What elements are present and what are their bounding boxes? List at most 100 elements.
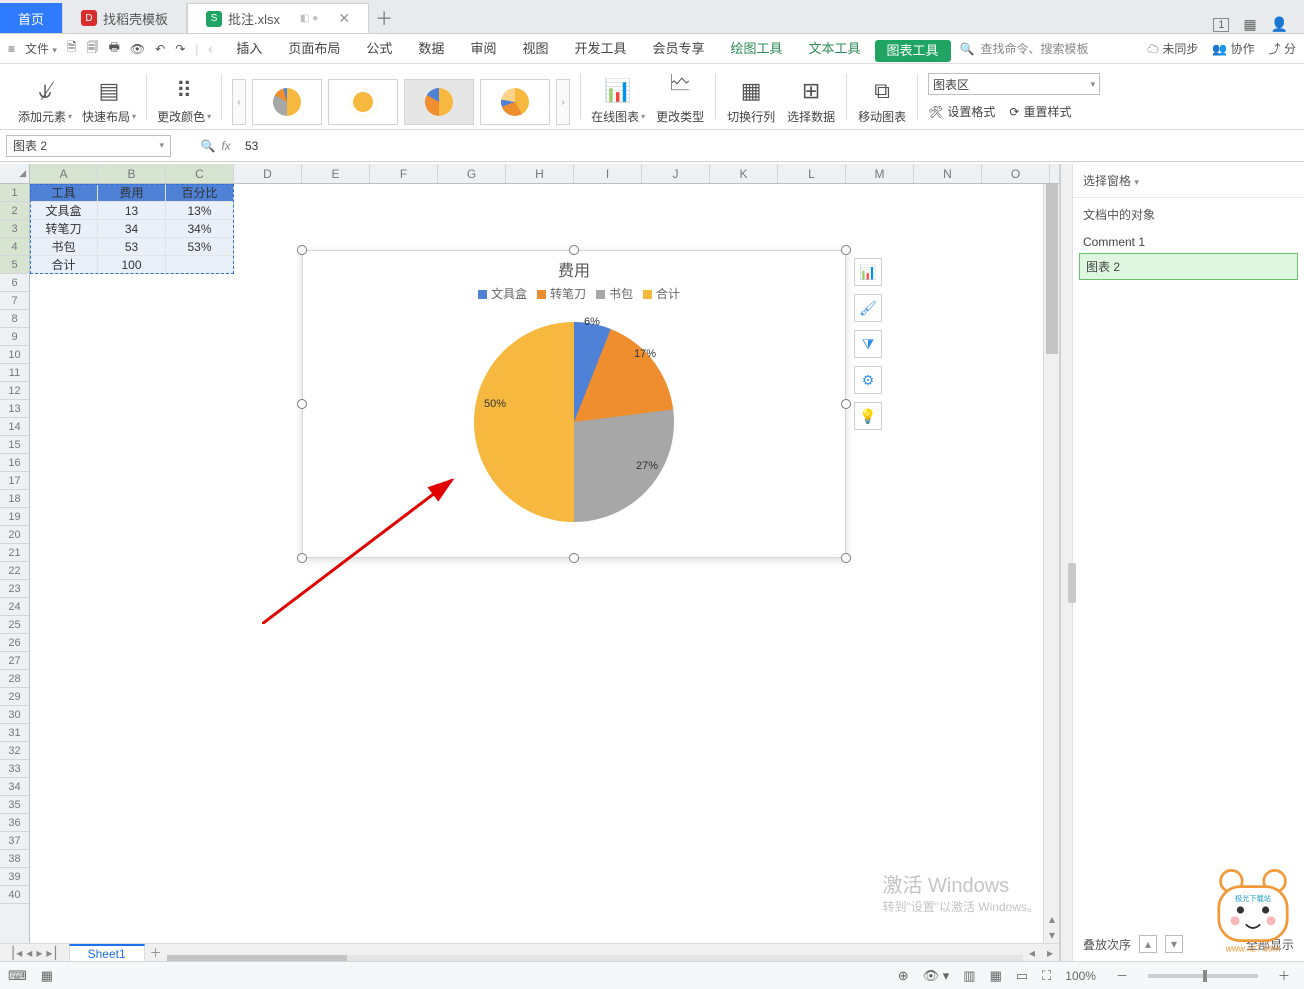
zoom-in-button[interactable]: ＋	[1272, 967, 1296, 984]
vscroll-down-icon[interactable]: ▾	[1044, 927, 1060, 943]
window-list-icon[interactable]: 1	[1213, 18, 1229, 32]
row-header-35[interactable]: 35	[0, 796, 29, 814]
qa-prev-icon[interactable]: ‹	[208, 42, 212, 56]
chart-object[interactable]: 费用 文具盒转笔刀书包合计 6% 17% 27% 50%	[302, 250, 846, 558]
selection-item-1[interactable]: Comment 1	[1073, 231, 1304, 253]
chart-settings-icon[interactable]: ⚙	[854, 366, 882, 394]
col-header-O[interactable]: O	[982, 164, 1050, 183]
row-header-15[interactable]: 15	[0, 436, 29, 454]
switch-row-col-button[interactable]: ▦ 切换行列	[726, 78, 776, 125]
chart-filter-icon[interactable]: ⧩	[854, 330, 882, 358]
row-header-1[interactable]: 1	[0, 184, 29, 202]
view-reading-icon[interactable]: ▭	[1016, 968, 1028, 984]
row-header-6[interactable]: 6	[0, 274, 29, 292]
chart-title[interactable]: 费用	[303, 257, 845, 281]
coop-button[interactable]: 👥 协作	[1212, 40, 1254, 57]
resize-handle-tr[interactable]	[841, 245, 851, 255]
legend-item[interactable]: 书包	[586, 287, 633, 301]
qa-print-icon[interactable]: 🖶	[109, 38, 120, 59]
pane-resize-rail[interactable]	[1060, 164, 1072, 961]
row-header-25[interactable]: 25	[0, 616, 29, 634]
col-header-N[interactable]: N	[914, 164, 982, 183]
cell-A3[interactable]: 转笔刀	[30, 220, 98, 238]
spreadsheet[interactable]: ◢ ABCDEFGHIJKLMNO 1234567891011121314151…	[0, 164, 1060, 961]
row-header-9[interactable]: 9	[0, 328, 29, 346]
zoom-value[interactable]: 100%	[1065, 969, 1096, 983]
set-format-button[interactable]: 🛠设置格式	[928, 103, 995, 120]
row-header-19[interactable]: 19	[0, 508, 29, 526]
view-normal-icon[interactable]: ▥	[963, 968, 975, 984]
fx-icon[interactable]: fx	[217, 139, 235, 153]
menu-formula[interactable]: 公式	[354, 34, 404, 64]
cell-C2[interactable]: 13%	[166, 202, 234, 220]
row-header-37[interactable]: 37	[0, 832, 29, 850]
col-header-C[interactable]: C	[166, 164, 234, 183]
style-thumb-3[interactable]	[404, 79, 474, 125]
change-type-button[interactable]: 🗠 更改类型	[655, 66, 705, 125]
row-header-27[interactable]: 27	[0, 652, 29, 670]
cell-A2[interactable]: 文具盒	[30, 202, 98, 220]
row-header-12[interactable]: 12	[0, 382, 29, 400]
row-header-29[interactable]: 29	[0, 688, 29, 706]
row-header-22[interactable]: 22	[0, 562, 29, 580]
selection-item-2[interactable]: 图表 2	[1079, 253, 1298, 280]
menu-view[interactable]: 视图	[510, 34, 560, 64]
cell-B1[interactable]: 费用	[98, 184, 166, 202]
col-header-G[interactable]: G	[438, 164, 506, 183]
cell-C1[interactable]: 百分比	[166, 184, 234, 202]
col-header-H[interactable]: H	[506, 164, 574, 183]
selection-pane-title[interactable]: 选择窗格 ▾	[1073, 164, 1304, 198]
cell-B4[interactable]: 53	[98, 238, 166, 256]
row-header-31[interactable]: 31	[0, 724, 29, 742]
resize-handle-br[interactable]	[841, 553, 851, 563]
legend-item[interactable]: 合计	[633, 287, 680, 301]
reset-style-button[interactable]: ⟳重置样式	[1009, 103, 1071, 120]
change-color-button[interactable]: ⠿ 更改颜色▾	[157, 78, 211, 125]
cell-A5[interactable]: 合计	[30, 256, 98, 274]
tab-close-icon[interactable]: ✕	[338, 10, 350, 27]
qa-redo-icon[interactable]: ↷	[175, 42, 185, 56]
cell-C3[interactable]: 34%	[166, 220, 234, 238]
row-header-32[interactable]: 32	[0, 742, 29, 760]
resize-handle-r[interactable]	[841, 399, 851, 409]
vertical-scrollbar[interactable]: ▴ ▾	[1043, 184, 1059, 943]
select-data-button[interactable]: ⊞ 选择数据	[786, 78, 836, 125]
style-thumb-1[interactable]	[252, 79, 322, 125]
sheet-prev-icon[interactable]: ◂	[26, 946, 32, 960]
col-header-E[interactable]: E	[302, 164, 370, 183]
view-pagebreak-icon[interactable]: ▦	[990, 968, 1002, 984]
add-element-button[interactable]: ⫝̸ 添加元素▾	[18, 78, 72, 125]
menu-insert[interactable]: 插入	[224, 34, 274, 64]
menu-page-layout[interactable]: 页面布局	[276, 34, 352, 64]
apps-icon[interactable]: ▦	[1243, 16, 1256, 33]
command-search[interactable]: 🔍 查找命令、搜索模板	[953, 37, 1096, 60]
sheet-nav[interactable]: ⎮◂ ◂ ▸ ▸⎮	[0, 946, 69, 960]
sheet-next-icon[interactable]: ▸	[36, 946, 42, 960]
row-header-33[interactable]: 33	[0, 760, 29, 778]
row-header-17[interactable]: 17	[0, 472, 29, 490]
row-header-4[interactable]: 4	[0, 238, 29, 256]
menu-vip[interactable]: 会员专享	[640, 34, 716, 64]
hscroll-left-icon[interactable]: ◂	[1023, 946, 1041, 960]
status-focus-icon[interactable]: ⊕	[898, 968, 909, 984]
col-header-I[interactable]: I	[574, 164, 642, 183]
send-backward-icon[interactable]: ▾	[1165, 935, 1183, 953]
tab-docai[interactable]: D 找稻壳模板	[63, 3, 187, 33]
cell-C5[interactable]	[166, 256, 234, 274]
chart-elements-icon[interactable]: 📊	[854, 258, 882, 286]
gallery-next-icon[interactable]: ›	[556, 79, 570, 125]
tab-dup-icon[interactable]: ◧ ●	[300, 13, 318, 24]
row-header-18[interactable]: 18	[0, 490, 29, 508]
tab-file[interactable]: S 批注.xlsx ◧ ● ✕	[187, 3, 369, 33]
cell-C4[interactable]: 53%	[166, 238, 234, 256]
qa-preview-icon[interactable]: 👁	[130, 42, 145, 56]
status-eye-icon[interactable]: 👁 ▾	[923, 968, 950, 984]
row-header-10[interactable]: 10	[0, 346, 29, 364]
col-header-B[interactable]: B	[98, 164, 166, 183]
resize-handle-t[interactable]	[569, 245, 579, 255]
menu-chart-tools[interactable]: 图表工具	[875, 40, 951, 62]
col-header-L[interactable]: L	[778, 164, 846, 183]
sync-status[interactable]: ☁ 未同步	[1147, 40, 1198, 57]
menu-draw-tools[interactable]: 绘图工具	[719, 34, 795, 64]
chart-idea-icon[interactable]: 💡	[854, 402, 882, 430]
